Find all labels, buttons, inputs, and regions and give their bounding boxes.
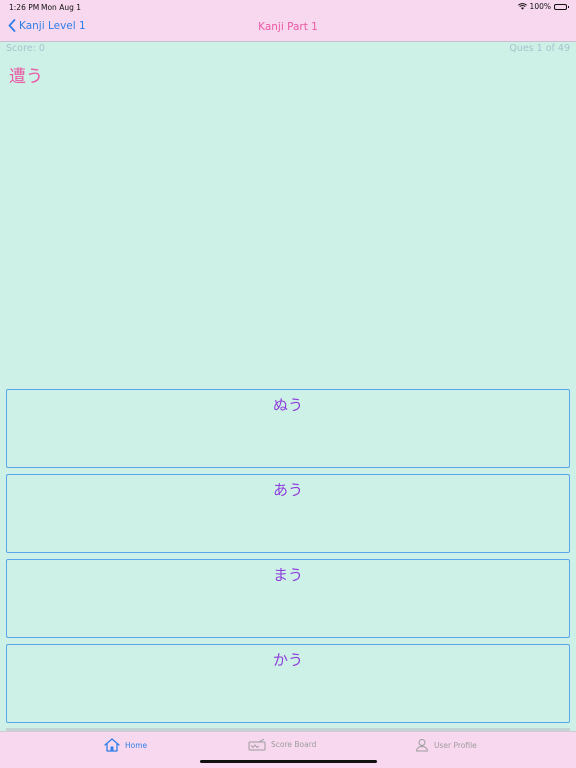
answer-option-text: ぬう <box>272 396 303 414</box>
home-icon <box>104 738 120 752</box>
answer-option-2[interactable]: あう <box>6 474 570 553</box>
tab-user-profile[interactable]: User Profile <box>415 738 477 752</box>
tab-home-label: Home <box>125 740 148 750</box>
question-kanji: 遭う <box>9 67 43 87</box>
battery-icon <box>554 3 569 10</box>
status-indicators: 100% <box>517 2 569 11</box>
scoreboard-icon <box>248 738 266 751</box>
answer-option-3[interactable]: まう <box>6 559 570 638</box>
answer-option-text: かう <box>272 651 303 669</box>
user-icon <box>416 739 428 752</box>
status-time: 1:26 PM <box>9 3 40 12</box>
wifi-icon <box>517 3 527 10</box>
status-bar: 1:26 PM Mon Aug 1 100% <box>0 0 576 14</box>
tab-home[interactable]: Home <box>104 738 147 752</box>
answer-option-1[interactable]: ぬう <box>6 389 570 468</box>
navigation-bar: Kanji Level 1 Kanji Part 1 <box>0 14 576 42</box>
tab-score-board[interactable]: Score Board <box>248 738 316 751</box>
tab-score-board-label: Score Board <box>271 740 317 749</box>
page-title: Kanji Part 1 <box>258 21 318 33</box>
question-counter: Ques 1 of 49 <box>509 43 570 54</box>
answer-option-text: あう <box>272 481 303 499</box>
battery-percent: 100% <box>529 2 551 11</box>
answer-option-text: まう <box>272 566 303 584</box>
home-indicator <box>200 760 377 763</box>
status-date: Mon Aug 1 <box>41 3 81 12</box>
tab-user-profile-label: User Profile <box>434 740 477 750</box>
answer-option-4[interactable]: かう <box>6 644 570 723</box>
score-label: Score: 0 <box>6 43 45 54</box>
